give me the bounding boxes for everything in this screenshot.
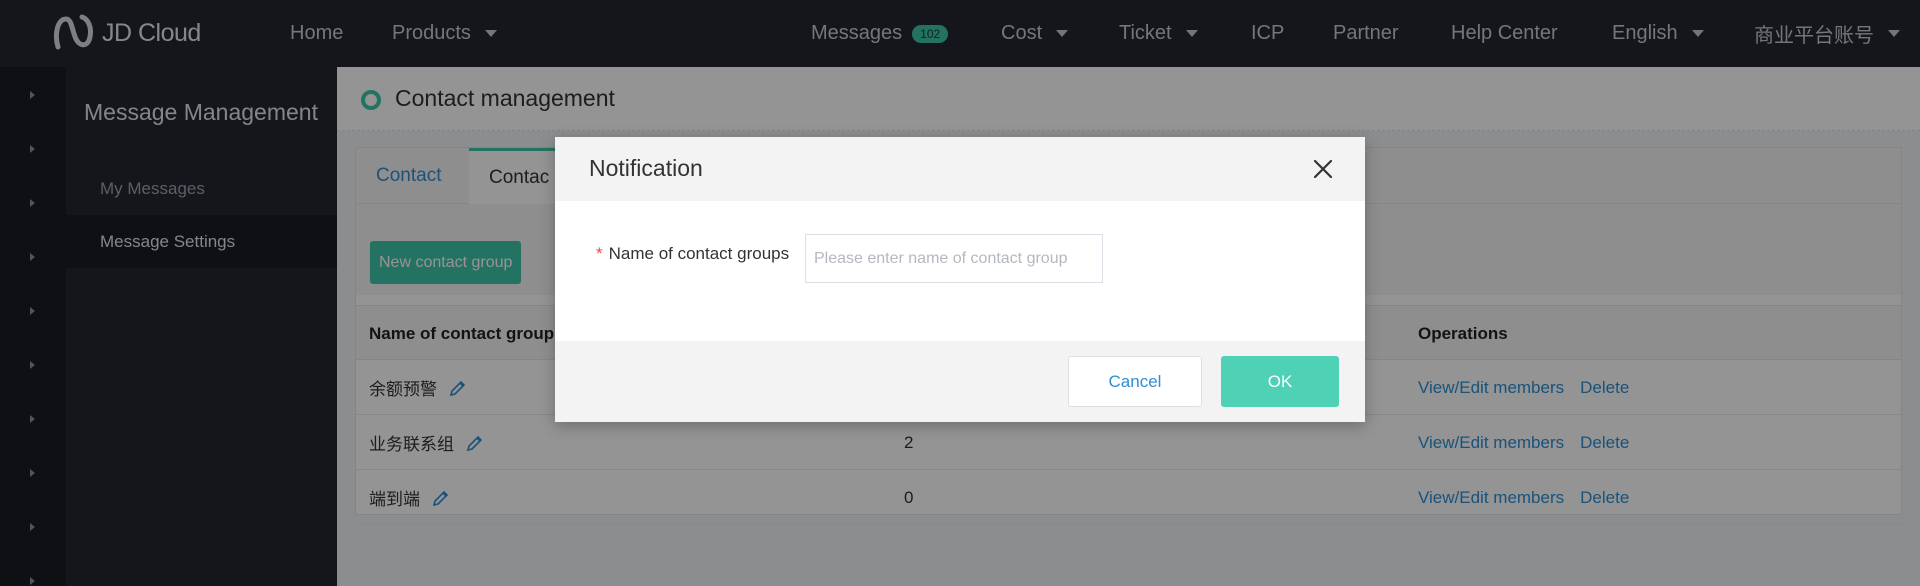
group-name-label-text: Name of contact groups xyxy=(608,244,790,263)
group-name-input[interactable] xyxy=(805,234,1103,283)
cancel-button[interactable]: Cancel xyxy=(1068,356,1202,407)
ok-button[interactable]: OK xyxy=(1221,356,1339,407)
required-mark: * xyxy=(596,244,603,263)
dialog-title: Notification xyxy=(589,155,703,181)
dialog-footer: Cancel OK xyxy=(555,341,1365,422)
close-icon[interactable] xyxy=(1311,157,1335,181)
group-name-label: * Name of contact groups xyxy=(596,244,789,264)
dialog-header: Notification xyxy=(555,137,1365,201)
dialog-body: * Name of contact groups xyxy=(555,201,1365,341)
notification-dialog: Notification * Name of contact groups Can… xyxy=(555,137,1365,422)
